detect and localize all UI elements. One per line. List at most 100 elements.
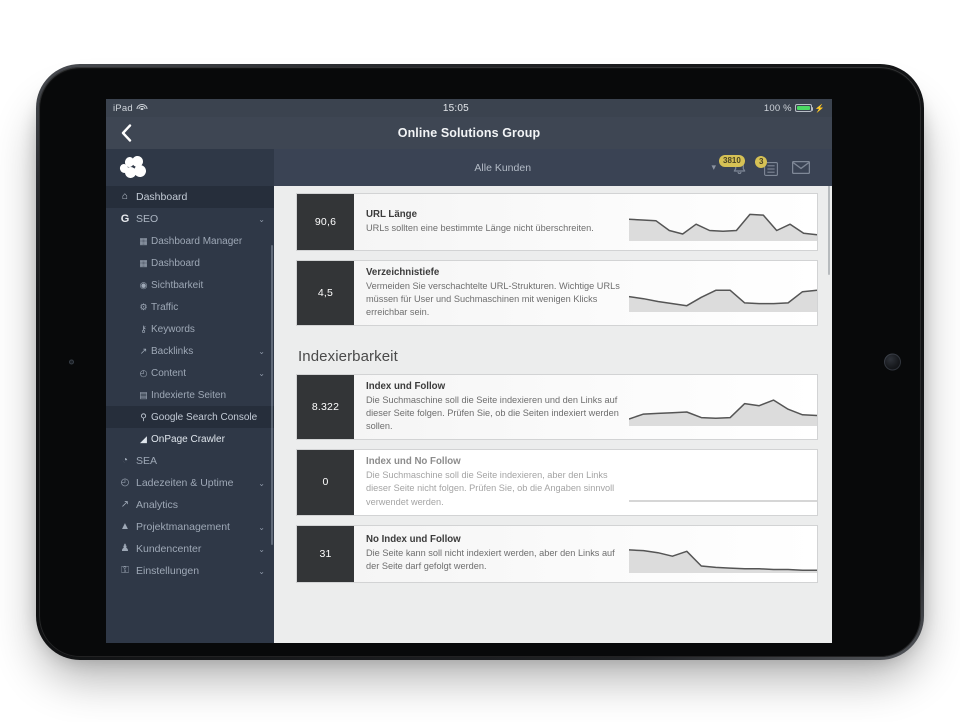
sidebar-item-label: SEA	[136, 455, 158, 467]
sidebar: ⌂ Dashboard G SEO ⌄ ▦ Dashboard Manager ▦ Dashbo…	[106, 149, 274, 643]
sidebar-item-sichtbarkeit[interactable]: ◉ Sichtbarkeit	[106, 274, 274, 296]
envelope-icon	[791, 160, 811, 174]
section-title: Indexierbarkeit	[298, 348, 398, 366]
chevron-down-icon[interactable]: ⌄	[258, 369, 265, 378]
metric-score: 8.322	[297, 375, 354, 440]
metric-sparkline	[629, 385, 817, 429]
sidebar-item-indexierte-seiten[interactable]: ▤ Indexierte Seiten	[106, 384, 274, 406]
caret-down-icon[interactable]: ▾	[711, 162, 716, 173]
charging-bolt-icon: ⚡	[814, 103, 825, 113]
search-icon: ⚲	[140, 411, 147, 422]
sidebar-item-sea[interactable]: ◔ SEA	[106, 450, 274, 472]
metric-title: No Index und Follow	[366, 534, 461, 545]
metric-description: Die Seite kann soll nicht indexiert werd…	[366, 548, 615, 572]
sidebar-item-kundencenter[interactable]: ♟ Kundencenter ⌄	[106, 538, 274, 560]
users-icon: ♟	[120, 543, 130, 554]
line-chart-icon: ↗	[120, 499, 130, 510]
eye-icon: ◉	[139, 279, 148, 290]
metric-card-body: No Index und Follow Die Seite kann soll n…	[354, 525, 817, 582]
sidebar-item-einstellungen[interactable]: ⚿ Einstellungen ⌄	[106, 560, 274, 582]
sidebar-scrollbar[interactable]	[270, 245, 273, 545]
sidebar-item-label: Keywords	[151, 323, 195, 335]
metric-sparkline	[629, 271, 817, 315]
status-bar-clock: 15:05	[442, 102, 469, 114]
metric-description: URLs sollten eine bestimmte Länge nicht …	[366, 222, 594, 233]
sidebar-item-traffic[interactable]: ⚙ Traffic	[106, 296, 274, 318]
metric-title: Index und Follow	[366, 381, 446, 393]
sidebar-item-label: OnPage Crawler	[151, 433, 225, 445]
metric-title: Verzeichnistiefe	[366, 267, 440, 278]
status-bar-right: 100 % ⚡	[764, 103, 825, 114]
main-content: URL90,6URL LängeURLs sollten eine bestim…	[274, 149, 832, 643]
notifications-button[interactable]: 3810	[719, 155, 748, 177]
clock-icon: ◴	[120, 477, 130, 488]
sidebar-item-projektmanagement[interactable]: ▲ Projektmanagement ⌄	[106, 516, 274, 538]
metric-card-body: Index und No Follow Die Suchmaschine soll…	[354, 450, 817, 515]
key-icon: ⚷	[140, 323, 147, 334]
tasks-button[interactable]: 3	[755, 155, 779, 177]
file-icon: ▤	[139, 389, 148, 400]
sidebar-item-analytics[interactable]: ↗ Analytics	[106, 494, 274, 516]
sidebar-item-label: Dashboard	[151, 257, 200, 269]
metric-text: No Index und Follow Die Seite kann soll n…	[366, 534, 629, 573]
sparkline-chart	[629, 548, 817, 573]
sidebar-item-dashboard[interactable]: ▦ Dashboard	[106, 252, 274, 274]
chart-area-icon: ◢	[140, 433, 147, 444]
metric-description: Die Suchmaschine soll die Seite indexier…	[366, 470, 615, 507]
sidebar-item-label: SEO	[136, 213, 159, 225]
sidebar-item-label: Kundencenter	[136, 543, 202, 555]
metric-score: 90,6	[297, 194, 354, 250]
sidebar-item-label: Backlinks	[151, 345, 194, 357]
chevron-down-icon[interactable]: ⌄	[258, 347, 265, 356]
sidebar-item-google-search-console[interactable]: ⚲ Google Search Console	[106, 406, 274, 428]
metric-score: 4,5	[297, 261, 354, 326]
metric-sparkline	[629, 460, 817, 504]
sidebar-item-dashboard[interactable]: ⌂ Dashboard	[106, 186, 274, 208]
metric-score: 31	[297, 525, 354, 582]
sidebar-item-ladezeiten-uptime[interactable]: ◴ Ladezeiten & Uptime ⌄	[106, 472, 274, 494]
sidebar-item-onpage-crawler[interactable]: ◢ OnPage Crawler	[106, 428, 274, 450]
metric-card[interactable]: 8.322 Index und Follow Die Suchmaschine so…	[296, 374, 818, 441]
metric-sparkline	[629, 200, 817, 244]
sidebar-item-dashboard-manager[interactable]: ▦ Dashboard Manager	[106, 230, 274, 252]
sidebar-item-seo[interactable]: G SEO ⌄	[106, 208, 274, 230]
ipad-device-frame: iPad 15:05 100 % ⚡ Online Solutions Grou…	[36, 64, 924, 660]
content-sections: URL90,6URL LängeURLs sollten eine bestim…	[274, 149, 832, 583]
sidebar-item-backlinks[interactable]: ↗ Backlinks ⌄	[106, 340, 274, 362]
ipad-screen: iPad 15:05 100 % ⚡ Online Solutions Grou…	[106, 99, 832, 643]
sidebar-item-label: Ladezeiten & Uptime	[136, 477, 234, 489]
gears-icon: ⚙	[139, 301, 148, 312]
chevron-down-icon[interactable]: ⌄	[258, 215, 265, 224]
chevron-down-icon[interactable]: ⌄	[258, 567, 265, 576]
sidebar-item-label: Indexierte Seiten	[151, 389, 227, 401]
metric-card[interactable]: 0 Index und No Follow Die Suchmaschine sol…	[296, 449, 818, 516]
chevron-down-icon[interactable]: ⌄	[258, 479, 265, 488]
customer-selector-label: Alle Kunden	[474, 161, 532, 174]
sidebar-item-label: Google Search Console	[151, 411, 258, 423]
chevron-down-icon[interactable]: ⌄	[258, 523, 265, 532]
sidebar-item-label: Dashboard Manager	[151, 235, 243, 247]
sidebar-item-content[interactable]: ◴ Content ⌄	[106, 362, 274, 384]
metric-text: URL Länge URLs sollten eine bestimmte Län…	[366, 209, 629, 235]
ios-status-bar: iPad 15:05 100 % ⚡	[106, 99, 832, 117]
metric-card[interactable]: 90,6 URL Länge URLs sollten eine bestimmte…	[296, 193, 818, 251]
sidebar-item-keywords[interactable]: ⚷ Keywords	[106, 318, 274, 340]
metric-title: Index und No Follow	[366, 456, 461, 468]
status-bar-left: iPad	[113, 103, 148, 114]
metric-text: Verzeichnistiefe Vermeiden Sie verschacht…	[366, 267, 629, 319]
home-button[interactable]	[884, 353, 901, 371]
chevron-down-icon[interactable]: ⌄	[258, 545, 265, 554]
dashboard-icon: ▦	[139, 235, 148, 246]
battery-icon	[794, 103, 814, 113]
metric-card[interactable]: 31 No Index und Follow Die Seite kann soll…	[296, 524, 818, 583]
sidebar-item-label: Sichtbarkeit	[151, 279, 204, 291]
sparkline-chart	[629, 213, 817, 241]
metric-sparkline	[629, 532, 817, 576]
back-button[interactable]	[106, 117, 146, 149]
mail-button[interactable]	[791, 160, 811, 175]
sparkline-chart	[629, 289, 817, 313]
metric-card[interactable]: 4,5 Verzeichnistiefe Vermeiden Sie verscha…	[296, 260, 818, 327]
customer-selector[interactable]: Alle Kunden	[274, 162, 711, 174]
projects-icon: ▲	[120, 521, 130, 532]
header-actions: ▾ 3810 3	[711, 155, 832, 177]
